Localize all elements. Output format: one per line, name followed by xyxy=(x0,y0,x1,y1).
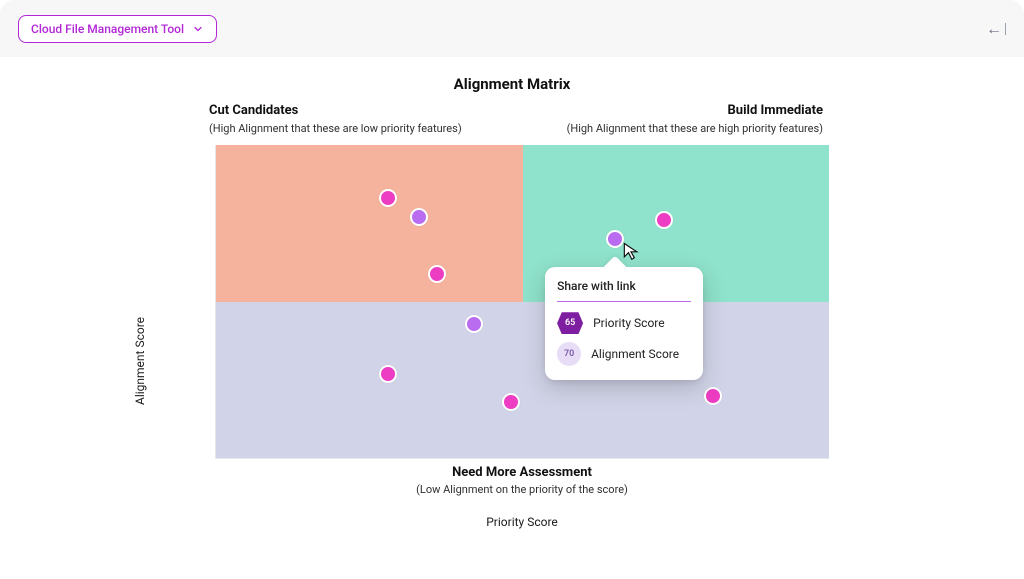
y-axis-label: Alignment Score xyxy=(133,317,147,405)
tooltip-title: Share with link xyxy=(557,279,691,302)
data-point[interactable] xyxy=(606,230,624,248)
chevron-down-icon xyxy=(192,23,204,35)
quadrant-label-top-left: Cut Candidates (High Alignment that thes… xyxy=(209,103,462,135)
data-point-tooltip: Share with link 65 Priority Score 70 Alignme… xyxy=(545,267,703,380)
data-point[interactable] xyxy=(465,315,483,333)
scatter-plot[interactable]: Share with link 65 Priority Score 70 Alignme… xyxy=(215,145,829,459)
data-point[interactable] xyxy=(410,208,428,226)
chart-area: Alignment Score Share with link 65 Priorit… xyxy=(0,145,1024,575)
data-point[interactable] xyxy=(655,211,673,229)
collapse-back-button[interactable]: ← xyxy=(986,21,1006,37)
alignment-badge-icon: 70 xyxy=(557,342,581,366)
data-point[interactable] xyxy=(379,365,397,383)
tooltip-alignment-label: Alignment Score xyxy=(591,347,679,361)
data-point[interactable] xyxy=(502,393,520,411)
project-dropdown-label: Cloud File Management Tool xyxy=(31,22,184,36)
quadrant-subtitle-build-immediate: (High Alignment that these are high prio… xyxy=(567,122,823,135)
quadrant-title-build-immediate: Build Immediate xyxy=(567,103,823,118)
divider-bar-icon xyxy=(1005,23,1006,35)
quadrant-subtitle-cut-candidates: (High Alignment that these are low prior… xyxy=(209,122,462,135)
data-point[interactable] xyxy=(379,189,397,207)
quadrant-subtitle-need-more: (Low Alignment on the priority of the sc… xyxy=(215,483,829,496)
priority-badge-icon: 65 xyxy=(557,312,583,334)
quadrant-label-top-right: Build Immediate (High Alignment that the… xyxy=(567,103,823,135)
project-dropdown[interactable]: Cloud File Management Tool xyxy=(18,15,217,43)
header-bar: Cloud File Management Tool ← xyxy=(0,0,1024,57)
tooltip-priority-label: Priority Score xyxy=(593,316,665,330)
quadrant-top-labels: Cut Candidates (High Alignment that thes… xyxy=(209,103,823,135)
quadrant-bg-top-left xyxy=(216,145,523,302)
arrow-left-icon: ← xyxy=(986,21,1002,37)
data-point[interactable] xyxy=(704,387,722,405)
quadrant-title-cut-candidates: Cut Candidates xyxy=(209,103,462,118)
quadrant-label-bottom: Need More Assessment (Low Alignment on t… xyxy=(215,465,829,496)
tooltip-row-alignment: 70 Alignment Score xyxy=(557,342,691,366)
quadrant-title-need-more: Need More Assessment xyxy=(215,465,829,480)
chart-title: Alignment Matrix xyxy=(0,75,1024,93)
x-axis-label: Priority Score xyxy=(215,515,829,529)
app-frame: Cloud File Management Tool ← Alignment M… xyxy=(0,0,1024,579)
data-point[interactable] xyxy=(428,265,446,283)
tooltip-row-priority: 65 Priority Score xyxy=(557,312,691,334)
